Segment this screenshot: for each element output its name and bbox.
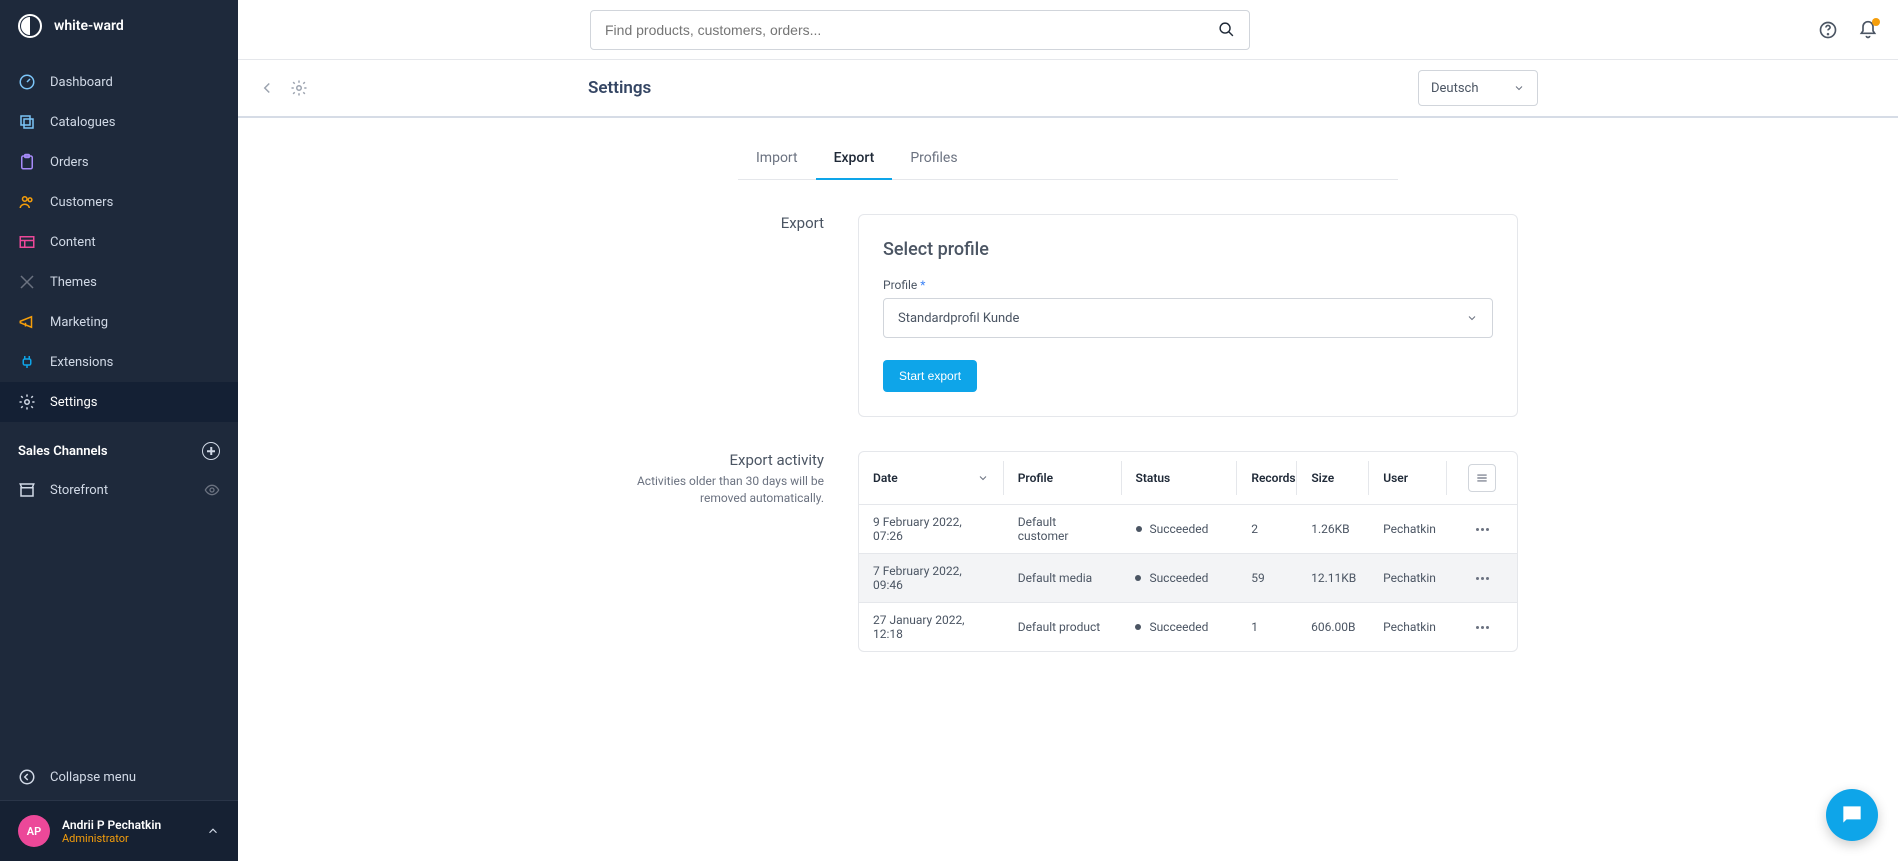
col-size[interactable]: Size [1297, 461, 1369, 495]
tabs: Import Export Profiles [738, 138, 1398, 180]
nav-catalogues[interactable]: Catalogues [0, 102, 238, 142]
content: Import Export Profiles Export Select pro… [238, 118, 1898, 861]
tab-profiles[interactable]: Profiles [892, 138, 975, 179]
chat-bubble[interactable] [1826, 789, 1878, 841]
profile-select[interactable]: Standardprofil Kunde [883, 298, 1493, 338]
add-channel-icon[interactable] [202, 442, 220, 460]
users-icon [18, 193, 36, 211]
language-select[interactable]: Deutsch [1418, 70, 1538, 106]
collapse-icon [18, 768, 36, 786]
user-role: Administrator [62, 832, 194, 845]
notifications-icon[interactable] [1858, 20, 1878, 40]
col-user[interactable]: User [1369, 461, 1447, 495]
col-profile[interactable]: Profile [1004, 461, 1122, 495]
channel-storefront[interactable]: Storefront [0, 470, 238, 510]
collapse-menu[interactable]: Collapse menu [0, 754, 238, 801]
gauge-icon [18, 73, 36, 91]
export-section-label: Export [618, 214, 858, 417]
card-title: Select profile [883, 239, 1493, 260]
search-button[interactable] [1218, 21, 1235, 38]
main: Settings Deutsch Import Export Profiles … [238, 0, 1898, 861]
col-status[interactable]: Status [1122, 461, 1238, 495]
start-export-button[interactable]: Start export [883, 360, 977, 392]
brand-name: white-ward [54, 18, 124, 34]
nav-customers[interactable]: Customers [0, 182, 238, 222]
main-nav: Dashboard Catalogues Orders Customers Co… [0, 52, 238, 422]
export-card: Select profile Profile * Standardprofil … [858, 214, 1518, 417]
columns-button[interactable] [1468, 464, 1496, 492]
tab-import[interactable]: Import [738, 138, 816, 179]
sidebar: white-ward Dashboard Catalogues Orders C… [0, 0, 238, 861]
layout-icon [18, 233, 36, 251]
activity-section-sub: Activities older than 30 days will be re… [618, 473, 824, 507]
tab-export[interactable]: Export [816, 138, 893, 180]
col-date[interactable]: Date [859, 461, 1004, 495]
status-dot-icon [1135, 624, 1141, 630]
activity-section-label: Export activity [618, 451, 824, 469]
chat-icon [1839, 802, 1865, 828]
chevron-down-icon [977, 472, 989, 484]
profile-field-label: Profile * [883, 278, 1493, 292]
table-header: Date Profile Status Records Size User [859, 452, 1517, 504]
settings-gear-icon[interactable] [290, 79, 308, 97]
plug-icon [18, 353, 36, 371]
nav-orders[interactable]: Orders [0, 142, 238, 182]
chevron-down-icon [1513, 82, 1525, 94]
row-actions-button[interactable] [1476, 528, 1489, 531]
back-icon[interactable] [258, 79, 276, 97]
table-row[interactable]: 27 January 2022, 12:18 Default product S… [859, 602, 1517, 651]
logo-icon [18, 14, 42, 38]
status-dot-icon [1136, 526, 1142, 532]
megaphone-icon [18, 313, 36, 331]
notification-dot [1872, 18, 1880, 26]
user-name: Andrii P Pechatkin [62, 818, 194, 832]
status-dot-icon [1135, 575, 1141, 581]
gear-icon [18, 393, 36, 411]
pagebar: Settings Deutsch [238, 60, 1898, 118]
sidebar-header: white-ward [0, 0, 238, 52]
nav-marketing[interactable]: Marketing [0, 302, 238, 342]
row-actions-button[interactable] [1476, 577, 1489, 580]
nav-settings[interactable]: Settings [0, 382, 238, 422]
chevron-up-icon [206, 824, 220, 838]
search-field[interactable] [590, 10, 1250, 50]
help-icon[interactable] [1818, 20, 1838, 40]
page-title: Settings [588, 78, 651, 98]
nav-content[interactable]: Content [0, 222, 238, 262]
clipboard-icon [18, 153, 36, 171]
topbar [238, 0, 1898, 60]
row-actions-button[interactable] [1476, 626, 1489, 629]
nav-themes[interactable]: Themes [0, 262, 238, 302]
shop-icon [18, 481, 36, 499]
box-icon [18, 113, 36, 131]
col-records[interactable]: Records [1237, 461, 1297, 495]
search-input[interactable] [605, 22, 1218, 38]
eye-icon[interactable] [204, 482, 220, 498]
palette-icon [18, 273, 36, 291]
user-block[interactable]: AP Andrii P Pechatkin Administrator [0, 801, 238, 861]
activity-table: Date Profile Status Records Size User 9 … [858, 451, 1518, 652]
chevron-down-icon [1466, 312, 1478, 324]
avatar: AP [18, 815, 50, 847]
nav-dashboard[interactable]: Dashboard [0, 62, 238, 102]
nav-extensions[interactable]: Extensions [0, 342, 238, 382]
sales-channels-header: Sales Channels [0, 422, 238, 470]
table-row[interactable]: 9 February 2022, 07:26 Default customer … [859, 504, 1517, 553]
table-row[interactable]: 7 February 2022, 09:46 Default media Suc… [859, 553, 1517, 602]
